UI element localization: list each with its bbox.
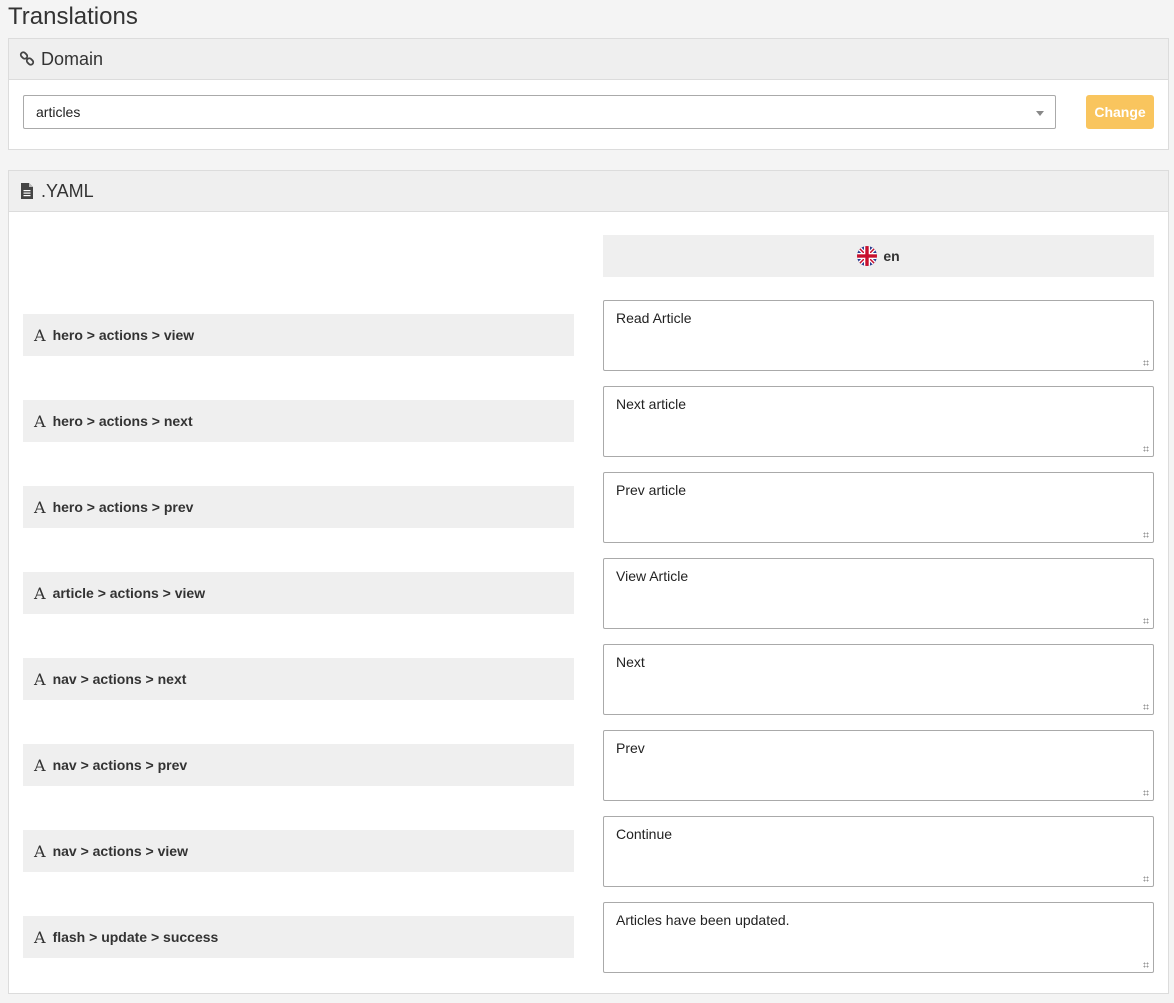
font-icon: A bbox=[34, 411, 46, 431]
translation-value-field[interactable]: Articles have been updated. bbox=[603, 902, 1154, 973]
translation-value-field[interactable]: Prev article bbox=[603, 472, 1154, 543]
uk-flag-icon bbox=[857, 246, 878, 266]
file-text-icon bbox=[19, 183, 35, 199]
font-icon: A bbox=[34, 325, 46, 345]
page-title: Translations bbox=[8, 3, 138, 30]
translation-key-label: Anav > actions > next bbox=[23, 658, 574, 700]
domain-panel-title: Domain bbox=[41, 48, 104, 69]
domain-select-value: articles bbox=[36, 104, 81, 120]
font-icon: A bbox=[34, 497, 46, 517]
domain-panel: Domain articles Change bbox=[8, 38, 1169, 150]
translation-value-field[interactable]: Read Article bbox=[603, 300, 1154, 371]
yaml-panel-heading: .YAML bbox=[9, 171, 1168, 212]
translation-key-label: Anav > actions > view bbox=[23, 830, 574, 872]
translation-key-text: nav > actions > view bbox=[52, 843, 188, 859]
translation-value-field[interactable]: View Article bbox=[603, 558, 1154, 629]
translation-value-field[interactable]: Continue bbox=[603, 816, 1154, 887]
translation-value-field[interactable]: Next bbox=[603, 644, 1154, 715]
font-icon: A bbox=[34, 927, 46, 947]
yaml-panel-title: .YAML bbox=[41, 180, 94, 201]
translation-key-label: Anav > actions > prev bbox=[23, 744, 574, 786]
yaml-panel: .YAML en Ahero > actions > view Read Arti… bbox=[8, 170, 1169, 994]
translation-value-field[interactable]: Prev bbox=[603, 730, 1154, 801]
font-icon: A bbox=[34, 755, 46, 775]
font-icon: A bbox=[34, 841, 46, 861]
translation-key-text: article > actions > view bbox=[52, 585, 206, 601]
translation-key-label: Ahero > actions > view bbox=[23, 314, 574, 356]
link-icon bbox=[19, 51, 35, 67]
translation-key-label: Aflash > update > success bbox=[23, 916, 574, 958]
translation-key-text: hero > actions > prev bbox=[52, 499, 194, 515]
translation-key-text: hero > actions > next bbox=[52, 413, 193, 429]
chevron-down-icon bbox=[1036, 111, 1044, 116]
translation-key-text: nav > actions > next bbox=[52, 671, 187, 687]
language-column-header: en bbox=[603, 235, 1154, 277]
translation-value-field[interactable]: Next article bbox=[603, 386, 1154, 457]
change-button[interactable]: Change bbox=[1086, 95, 1154, 129]
font-icon: A bbox=[34, 669, 46, 689]
domain-panel-heading: Domain bbox=[9, 39, 1168, 80]
translation-key-text: nav > actions > prev bbox=[52, 757, 188, 773]
translation-key-text: hero > actions > view bbox=[52, 327, 195, 343]
font-icon: A bbox=[34, 583, 46, 603]
translation-key-text: flash > update > success bbox=[52, 929, 219, 945]
language-code: en bbox=[883, 248, 900, 264]
domain-select[interactable]: articles bbox=[23, 95, 1056, 129]
translation-key-label: Ahero > actions > next bbox=[23, 400, 574, 442]
translation-key-label: Aarticle > actions > view bbox=[23, 572, 574, 614]
translation-key-label: Ahero > actions > prev bbox=[23, 486, 574, 528]
